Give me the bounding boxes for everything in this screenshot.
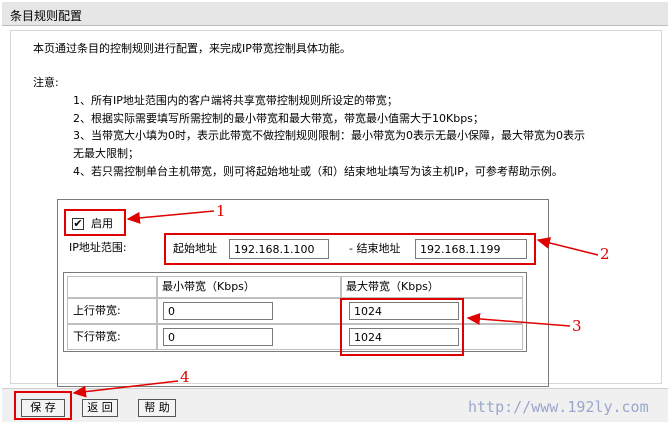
annotation-arrow-1 [126,210,215,224]
annotation-arrow-4 [72,380,179,398]
annotation-number-2: 2 [600,245,610,263]
annotation-arrow-3 [466,312,571,327]
annotation-arrow-2 [536,237,599,256]
annotation-number-1: 1 [216,202,226,220]
annotation-number-4: 4 [180,368,190,386]
annotation-number-3: 3 [572,317,582,335]
annotation-arrows [72,210,599,398]
